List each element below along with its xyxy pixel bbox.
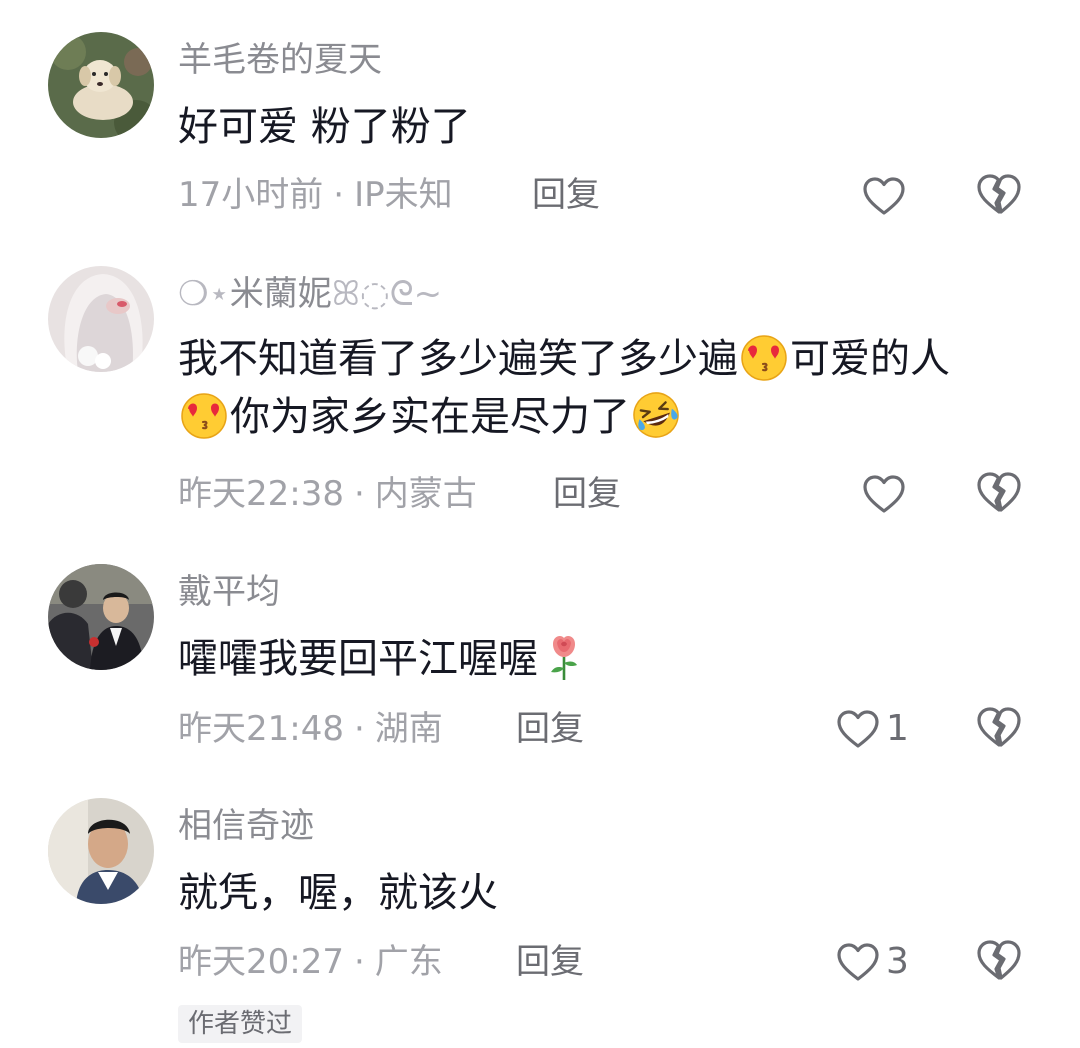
comment-text: 好可爱 粉了粉了 bbox=[178, 104, 471, 150]
comment-meta: 昨天21:48 · 湖南 bbox=[178, 709, 443, 749]
username[interactable]: 相信奇迹 bbox=[178, 806, 314, 846]
kissing-heart-eyes-emoji bbox=[739, 332, 789, 382]
reply-button[interactable]: 回复 bbox=[532, 175, 600, 215]
avatar[interactable] bbox=[48, 266, 154, 372]
reply-button[interactable]: 回复 bbox=[516, 942, 584, 982]
reply-button[interactable]: 回复 bbox=[516, 709, 584, 749]
broken-heart-icon bbox=[976, 938, 1022, 982]
dislike-button[interactable] bbox=[976, 470, 1022, 514]
like-button[interactable] bbox=[862, 174, 912, 218]
comment-meta: 昨天20:27 · 广东 bbox=[178, 942, 443, 982]
avatar[interactable] bbox=[48, 564, 154, 670]
location: 湖南 bbox=[374, 709, 443, 749]
separator: · bbox=[333, 175, 345, 215]
timestamp: 昨天20:27 bbox=[178, 942, 344, 982]
like-count: 1 bbox=[886, 708, 909, 749]
rolling-laughing-emoji bbox=[631, 390, 681, 440]
heart-outline-icon bbox=[836, 709, 880, 749]
location: 广东 bbox=[374, 942, 443, 982]
reply-button[interactable]: 回复 bbox=[553, 474, 621, 514]
location: IP未知 bbox=[354, 175, 453, 215]
broken-heart-icon bbox=[976, 172, 1022, 216]
like-button[interactable]: 3 bbox=[836, 940, 909, 984]
heart-outline-icon bbox=[862, 176, 906, 216]
location: 内蒙古 bbox=[374, 474, 477, 514]
timestamp: 昨天22:38 bbox=[178, 474, 344, 514]
heart-outline-icon bbox=[836, 942, 880, 982]
dislike-button[interactable] bbox=[976, 172, 1022, 216]
like-button[interactable]: 1 bbox=[836, 707, 909, 751]
dislike-button[interactable] bbox=[976, 938, 1022, 982]
kissing-heart-eyes-emoji bbox=[179, 390, 229, 440]
username[interactable]: 戴平均 bbox=[178, 572, 280, 612]
decoration-right: ꕤ◌ᘓ~ bbox=[331, 274, 443, 314]
author-liked-badge: 作者赞过 bbox=[178, 1005, 303, 1043]
comment-meta: 昨天22:38 · 内蒙古 bbox=[178, 474, 477, 514]
heart-outline-icon bbox=[862, 474, 906, 514]
separator: · bbox=[353, 942, 365, 982]
avatar[interactable] bbox=[48, 32, 154, 138]
comment-text: 我不知道看了多少遍笑了多少遍 可爱的人 你为家乡实在是尽力了 bbox=[178, 330, 1040, 446]
broken-heart-icon bbox=[976, 470, 1022, 514]
timestamp: 昨天21:48 bbox=[178, 709, 344, 749]
avatar[interactable] bbox=[48, 798, 154, 904]
decoration-left: ❍⋆ bbox=[178, 274, 230, 314]
dislike-button[interactable] bbox=[976, 705, 1022, 749]
separator: · bbox=[353, 474, 365, 514]
separator: · bbox=[353, 709, 365, 749]
broken-heart-icon bbox=[976, 705, 1022, 749]
timestamp: 17小时前 bbox=[178, 175, 324, 215]
comment-meta: 17小时前 · IP未知 bbox=[178, 175, 453, 215]
comment-text: 就凭，喔，就该火 bbox=[178, 870, 498, 916]
rose-emoji bbox=[539, 632, 589, 682]
username[interactable]: 羊毛卷的夏天 bbox=[178, 40, 382, 80]
like-button[interactable] bbox=[862, 472, 912, 516]
username[interactable]: ❍⋆米蘭妮ꕤ◌ᘓ~ bbox=[178, 274, 442, 314]
comment-text: 嚯嚯我要回平江喔喔 bbox=[178, 630, 1040, 688]
like-count: 3 bbox=[886, 941, 909, 982]
